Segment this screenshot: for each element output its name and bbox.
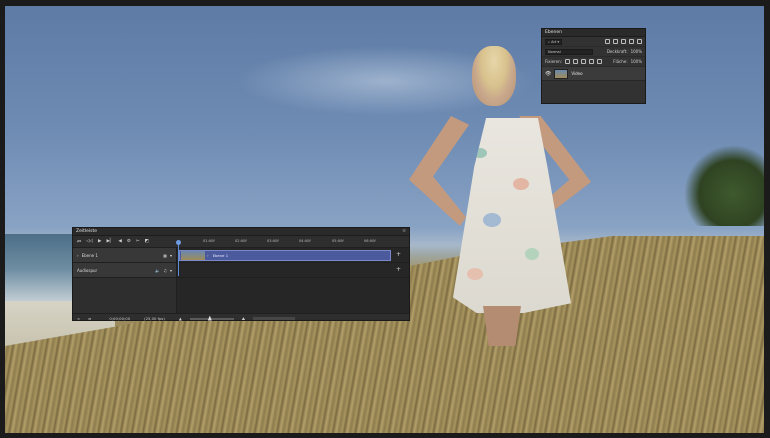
dropdown-icon[interactable]: ▾ <box>170 253 172 258</box>
track-lane[interactable]: + <box>177 263 409 277</box>
chevron-right-icon: › <box>207 253 209 258</box>
bush <box>685 146 764 226</box>
lock-artboard-icon[interactable] <box>588 59 594 64</box>
previous-frame-icon[interactable]: ◁◁ <box>86 239 93 244</box>
layer-filter-select[interactable]: ⌕ Art ▾ <box>545 38 563 45</box>
lock-transparency-icon[interactable] <box>564 59 570 64</box>
blend-mode-select[interactable]: Normal <box>545 48 593 55</box>
zoom-out-icon[interactable]: ▲ <box>179 316 182 321</box>
blend-row: Normal Deckkraft: 100% <box>542 47 645 57</box>
lock-label: Fixieren: <box>545 59 562 64</box>
opacity-value[interactable]: 100% <box>631 49 642 54</box>
expand-chevron-icon[interactable]: › <box>77 253 79 258</box>
next-frame-icon[interactable]: ▶▏ <box>106 239 113 244</box>
dropdown-icon[interactable]: ▾ <box>170 268 172 273</box>
fill-label: Fläche: <box>613 59 628 64</box>
track-header[interactable]: Audiospur 🔈 ♫ ▾ <box>73 263 177 277</box>
ruler-tick: 03:00f <box>267 238 279 243</box>
adjustment-filter-icon[interactable] <box>613 39 618 44</box>
video-clip[interactable]: › Ebene 1 <box>179 250 391 261</box>
track-name: Ebene 1 <box>81 252 98 258</box>
layers-panel: Ebenen ⌕ Art ▾ Normal Deckkraft: 100% Fi… <box>541 28 646 104</box>
render-icon[interactable]: ➦ <box>88 316 91 321</box>
playhead-handle[interactable] <box>176 240 181 245</box>
ruler-tick: 04:00f <box>299 238 311 243</box>
layers-filter-row: ⌕ Art ▾ <box>542 37 645 47</box>
timeline-scrollbar[interactable] <box>253 317 295 320</box>
time-ruler[interactable]: 01:00f 02:00f 03:00f 04:00f 05:00f 06:00… <box>177 236 409 248</box>
plus-icon[interactable]: + <box>396 251 401 258</box>
timecode: 0;00;00;00 <box>109 316 131 321</box>
music-note-icon[interactable]: ♫ <box>163 268 167 273</box>
video-canvas <box>5 6 764 433</box>
lock-paint-icon[interactable] <box>572 59 578 64</box>
shape-filter-icon[interactable] <box>629 39 634 44</box>
zoom-slider-handle[interactable] <box>207 315 212 321</box>
audio-track: Audiospur 🔈 ♫ ▾ + <box>73 263 409 278</box>
fps: (25,00 fps) <box>144 316 165 321</box>
figure-legs <box>483 306 521 346</box>
zoom-in-icon[interactable]: ⛰ <box>242 316 245 321</box>
zoom-slider[interactable] <box>189 315 234 321</box>
layers-panel-title: Ebenen <box>542 29 645 37</box>
eye-icon[interactable]: 👁 <box>545 71 551 77</box>
ruler-tick: 02:00f <box>235 238 247 243</box>
track-header[interactable]: › Ebene 1 ▦ ▾ <box>73 248 177 262</box>
clip-label: Ebene 1 <box>212 253 229 258</box>
type-filter-icon[interactable] <box>621 39 626 44</box>
clip-thumbnail <box>181 251 205 260</box>
figure-arm-left <box>409 116 469 226</box>
video-track: › Ebene 1 ▦ ▾ › Ebene 1 + <box>73 248 409 263</box>
empty-header <box>73 278 177 313</box>
fill-value[interactable]: 100% <box>631 59 642 64</box>
pixel-filter-icon[interactable] <box>605 39 610 44</box>
playhead[interactable] <box>178 240 179 276</box>
lock-row: Fixieren: Fläche: 100% <box>542 57 645 67</box>
first-frame-icon[interactable]: ⏮ <box>77 239 81 245</box>
transport-controls: ⏮ ◁◁ ▶ ▶▏ ◀ ⚙ ✂ ◩ <box>73 239 177 245</box>
lock-all-icon[interactable] <box>596 59 602 64</box>
timeline-empty-area <box>73 278 409 313</box>
ruler-tick: 01:00f <box>203 238 215 243</box>
layer-thumbnail <box>554 68 569 79</box>
track-lane[interactable]: › Ebene 1 + <box>177 248 409 262</box>
audio-icon[interactable]: ◀ <box>118 239 121 244</box>
timeline-panel: Zeitleiste ≡ ⏮ ◁◁ ▶ ▶▏ ◀ ⚙ ✂ ◩ 01:00f 02… <box>72 227 410 321</box>
empty-lane <box>177 278 409 313</box>
smart-object-filter-icon[interactable] <box>637 39 642 44</box>
timeline-toolbar: ⏮ ◁◁ ▶ ▶▏ ◀ ⚙ ✂ ◩ 01:00f 02:00f 03:00f 0… <box>73 236 409 248</box>
opacity-label: Deckkraft: <box>606 49 628 54</box>
figure-head <box>472 46 516 106</box>
film-icon[interactable]: ▦ <box>163 253 167 258</box>
loop-icon[interactable]: ∞ <box>77 316 80 321</box>
ruler-tick: 05:00f <box>332 238 344 243</box>
transition-icon[interactable]: ◩ <box>145 239 149 244</box>
play-icon[interactable]: ▶ <box>98 239 101 244</box>
layer-name: Video <box>571 71 583 76</box>
layer-item-video[interactable]: 👁 Video <box>542 67 645 81</box>
scissors-icon[interactable]: ✂ <box>136 239 140 244</box>
speaker-icon[interactable]: 🔈 <box>155 268 160 273</box>
lock-position-icon[interactable] <box>580 59 586 64</box>
ruler-tick: 06:00f <box>364 238 376 243</box>
track-name: Audiospur <box>77 267 98 273</box>
settings-icon[interactable]: ⚙ <box>127 239 131 244</box>
plus-icon[interactable]: + <box>396 266 401 273</box>
timeline-footer: ∞ ➦ 0;00;00;00 (25,00 fps) ▲ ⛰ <box>73 313 409 323</box>
